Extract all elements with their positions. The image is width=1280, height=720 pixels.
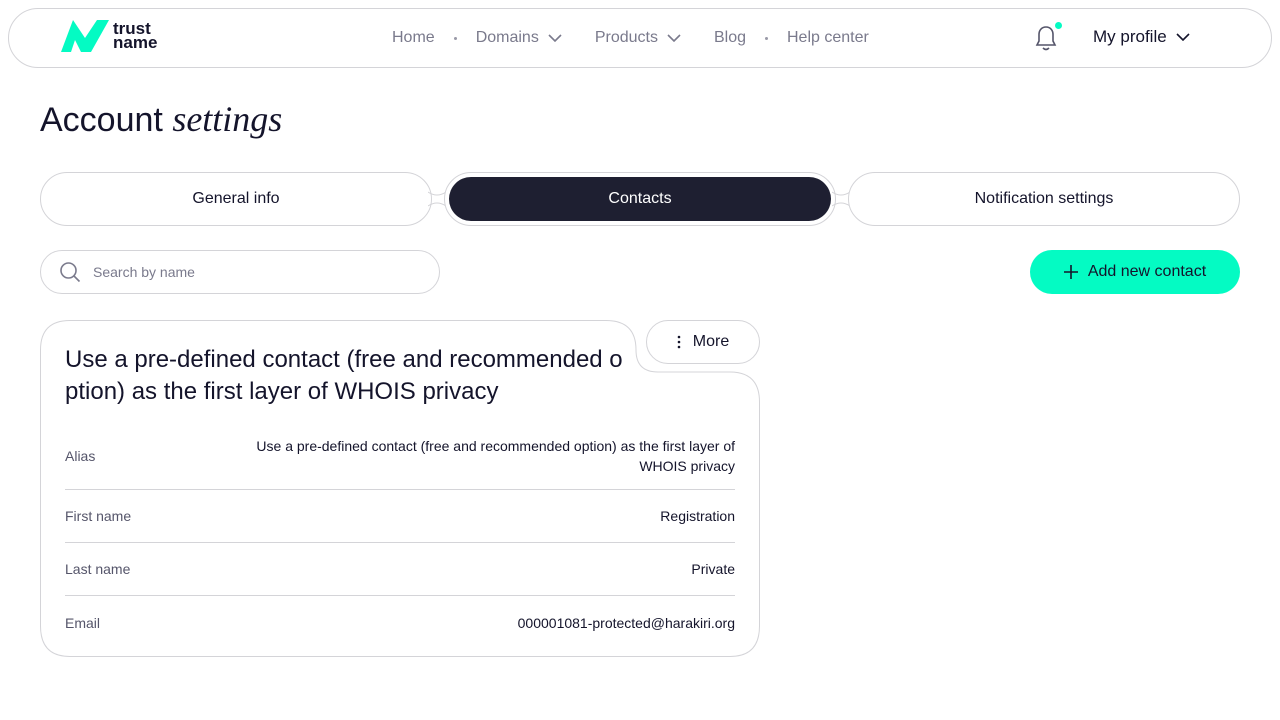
tab-general-info[interactable]: General info (40, 172, 432, 226)
chevron-down-icon (548, 34, 562, 42)
more-label: More (692, 333, 730, 350)
trustname-logo[interactable]: trust name (61, 18, 161, 54)
bell-icon[interactable] (1034, 24, 1058, 52)
profile-menu[interactable]: My profile (1093, 27, 1190, 47)
search-icon (60, 262, 81, 283)
logo-mark-icon (61, 20, 109, 52)
nav-help-center[interactable]: Help center (787, 29, 869, 47)
contact-fields: Alias Use a pre-defined contact (free an… (65, 422, 735, 649)
main-nav: Home Domains Products Blog Help center (392, 9, 869, 67)
more-button[interactable]: More (646, 320, 760, 364)
field-row-alias: Alias Use a pre-defined contact (free an… (65, 422, 735, 490)
page-title-italic: settings (172, 99, 283, 139)
field-label: Email (65, 614, 101, 631)
page-title-plain: Account (40, 101, 163, 139)
search-input[interactable] (93, 264, 413, 280)
add-new-contact-label: Add new contact (1087, 263, 1207, 280)
tab-notification-settings[interactable]: Notification settings (848, 172, 1240, 226)
field-value: 000001081-protected@harakiri.org (517, 614, 735, 631)
nav-products-label: Products (594, 29, 658, 46)
nav-domains[interactable]: Domains (476, 29, 562, 47)
tab-general-info-label: General info (192, 190, 280, 207)
tab-contacts[interactable]: Contacts (444, 172, 836, 226)
nav-home-label: Home (392, 29, 435, 46)
logo-text: trust name (113, 20, 158, 52)
nav-separator (453, 36, 457, 40)
nav-separator (765, 36, 768, 40)
nav-blog-label: Blog (713, 29, 746, 46)
chevron-down-icon (667, 34, 681, 42)
notification-dot (1055, 22, 1062, 29)
field-value: Registration (660, 508, 735, 524)
nav-products[interactable]: Products (595, 29, 681, 47)
top-navbar: trust name Home Domains Products Blog He… (8, 8, 1272, 68)
add-new-contact-button[interactable]: Add new contact (1030, 250, 1240, 294)
contact-card: More Use a pre-defined contact (free and… (40, 320, 760, 657)
tab-notification-settings-label: Notification settings (974, 190, 1114, 207)
field-row-last-name: Last name Private (65, 543, 735, 596)
profile-label: My profile (1093, 27, 1167, 46)
field-value: Private (691, 561, 735, 577)
field-label: First name (65, 508, 132, 524)
settings-tabs: General info Contacts Notification setti… (40, 172, 1240, 226)
field-label: Last name (65, 561, 131, 577)
contact-card-title: Use a pre-defined contact (free and reco… (65, 346, 623, 405)
logo-line-2: name (113, 33, 158, 52)
search-field[interactable] (40, 250, 440, 294)
plus-icon (1063, 265, 1078, 279)
nav-home[interactable]: Home (392, 29, 435, 47)
page-title: Account settings (40, 98, 282, 140)
chevron-down-icon (1176, 33, 1190, 41)
field-value: Use a pre-defined contact (free and reco… (256, 437, 735, 474)
nav-help-center-label: Help center (787, 29, 869, 46)
tab-contacts-active-pill: Contacts (449, 177, 831, 221)
nav-domains-label: Domains (475, 29, 539, 46)
nav-blog[interactable]: Blog (714, 29, 746, 47)
field-label: Alias (65, 447, 96, 464)
tab-contacts-label: Contacts (608, 190, 672, 207)
field-row-email: Email 000001081-protected@harakiri.org (65, 596, 735, 649)
field-row-first-name: First name Registration (65, 490, 735, 543)
kebab-menu-icon (677, 335, 681, 349)
